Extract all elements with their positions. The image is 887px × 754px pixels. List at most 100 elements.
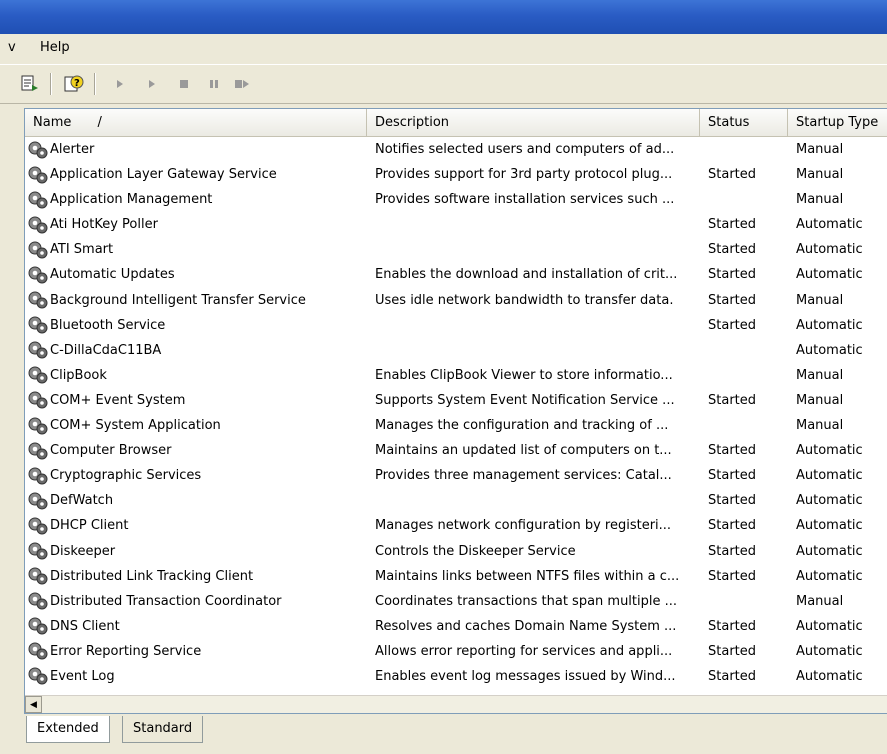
column-header-description[interactable]: Description xyxy=(367,109,700,136)
help-icon[interactable]: ? xyxy=(62,72,86,96)
start-service-icon[interactable] xyxy=(108,72,132,96)
scroll-left-arrow-icon[interactable]: ◀ xyxy=(25,696,42,713)
service-startup-type: Automatic xyxy=(796,342,863,358)
table-row[interactable]: C-DillaCdaC11BA Automatic xyxy=(25,338,887,363)
table-row[interactable]: DefWatch Started Automatic xyxy=(25,488,887,513)
service-gear-icon xyxy=(27,492,50,510)
service-name: Background Intelligent Transfer Service xyxy=(50,292,306,308)
horizontal-scrollbar[interactable]: ◀ xyxy=(25,695,887,713)
service-description: Provides support for 3rd party protocol … xyxy=(375,167,673,183)
service-gear-icon xyxy=(27,642,50,660)
tab-standard[interactable]: Standard xyxy=(122,716,204,743)
service-startup-type: Automatic xyxy=(796,543,863,559)
table-row[interactable]: DHCP Client Manages network configuration… xyxy=(25,513,887,538)
service-startup-type: Automatic xyxy=(796,568,863,584)
table-row[interactable]: ClipBook Enables ClipBook Viewer to store… xyxy=(25,363,887,388)
table-row[interactable]: Distributed Transaction Coordinator Coord… xyxy=(25,589,887,614)
service-gear-icon xyxy=(27,592,50,610)
menu-bar: v Help xyxy=(0,34,887,62)
service-status xyxy=(708,363,788,388)
tab-extended[interactable]: Extended xyxy=(26,716,110,743)
table-row[interactable]: Alerter Notifies selected users and compu… xyxy=(25,137,887,162)
table-row[interactable]: Computer Browser Maintains an updated lis… xyxy=(25,438,887,463)
table-row[interactable]: Application Layer Gateway Service Provide… xyxy=(25,162,887,187)
service-name: Distributed Link Tracking Client xyxy=(50,568,254,584)
services-list[interactable]: Name / Description Status Startup Type A… xyxy=(24,108,887,714)
service-startup-type: Manual xyxy=(796,367,844,383)
resume-icon[interactable] xyxy=(230,72,254,96)
service-name-cell: Application Layer Gateway Service xyxy=(27,162,367,187)
service-status: Started xyxy=(708,543,757,559)
service-name-cell: COM+ Event System xyxy=(27,388,367,413)
service-name: Distributed Transaction Coordinator xyxy=(50,593,282,609)
window-titlebar[interactable] xyxy=(0,0,887,35)
service-name: Diskeeper xyxy=(50,543,116,559)
service-status xyxy=(708,187,788,212)
table-row[interactable]: Application Management Provides software … xyxy=(25,187,887,212)
start-icon[interactable] xyxy=(140,72,164,96)
service-description: Allows error reporting for services and … xyxy=(375,643,673,659)
table-row[interactable]: COM+ System Application Manages the confi… xyxy=(25,413,887,438)
service-gear-icon xyxy=(27,366,50,384)
pause-icon[interactable] xyxy=(202,72,226,96)
service-name-cell: Background Intelligent Transfer Service xyxy=(27,288,367,313)
table-row[interactable]: ATI Smart Started Automatic xyxy=(25,237,887,262)
service-description: Notifies selected users and computers of… xyxy=(375,142,675,157)
table-row[interactable]: Diskeeper Controls the Diskeeper Service S… xyxy=(25,539,887,564)
service-status: Started xyxy=(708,167,757,183)
service-gear-icon xyxy=(27,391,50,409)
service-status: Started xyxy=(708,392,757,408)
svg-text:?: ? xyxy=(74,78,80,89)
table-row[interactable]: Cryptographic Services Provides three man… xyxy=(25,463,887,488)
service-startup-type: Automatic xyxy=(796,493,863,509)
export-list-icon[interactable] xyxy=(18,72,42,96)
service-startup-type: Automatic xyxy=(796,317,863,333)
service-name: Error Reporting Service xyxy=(50,643,202,659)
service-name-cell: Diskeeper xyxy=(27,539,367,564)
column-header-startup-type[interactable]: Startup Type xyxy=(788,109,887,136)
service-description: Maintains links between NTFS files withi… xyxy=(375,568,680,584)
column-header-status[interactable]: Status xyxy=(700,109,788,136)
service-status: Started xyxy=(708,468,757,484)
service-gear-icon xyxy=(27,417,50,435)
service-gear-icon xyxy=(27,517,50,535)
service-description: Resolves and caches Domain Name System .… xyxy=(375,618,677,634)
service-status xyxy=(708,413,788,438)
table-row[interactable]: Background Intelligent Transfer Service U… xyxy=(25,288,887,313)
menu-view[interactable]: v xyxy=(8,40,16,55)
service-description xyxy=(375,237,705,262)
service-description xyxy=(375,212,705,237)
service-status: Started xyxy=(708,292,757,308)
table-row[interactable]: Bluetooth Service Started Automatic xyxy=(25,313,887,338)
table-row[interactable]: Error Reporting Service Allows error repo… xyxy=(25,639,887,664)
service-startup-type: Manual xyxy=(796,418,844,434)
service-description: Maintains an updated list of computers o… xyxy=(375,443,672,459)
service-status: Started xyxy=(708,242,757,258)
column-header-name[interactable]: Name / xyxy=(25,109,367,136)
service-name-cell: Computer Browser xyxy=(27,438,367,463)
menu-help[interactable]: Help xyxy=(40,40,70,55)
service-name-cell: Distributed Transaction Coordinator xyxy=(27,589,367,614)
service-startup-type: Manual xyxy=(796,142,844,157)
service-name-cell: Bluetooth Service xyxy=(27,313,367,338)
table-row[interactable]: Ati HotKey Poller Started Automatic xyxy=(25,212,887,237)
table-row[interactable]: Distributed Link Tracking Client Maintain… xyxy=(25,564,887,589)
service-status: Started xyxy=(708,493,757,509)
service-name-cell: Error Reporting Service xyxy=(27,639,367,664)
table-row[interactable]: DNS Client Resolves and caches Domain Nam… xyxy=(25,614,887,639)
table-row[interactable]: Event Log Enables event log messages issu… xyxy=(25,664,887,689)
service-startup-type: Automatic xyxy=(796,468,863,484)
service-name: Cryptographic Services xyxy=(50,468,202,484)
service-name: COM+ Event System xyxy=(50,392,186,408)
service-description: Enables the download and installation of… xyxy=(375,267,678,283)
service-startup-type: Manual xyxy=(796,392,844,408)
table-row[interactable]: Automatic Updates Enables the download an… xyxy=(25,262,887,287)
service-status xyxy=(708,137,788,162)
service-description: Enables event log messages issued by Win… xyxy=(375,668,676,684)
stop-icon[interactable] xyxy=(172,72,196,96)
column-name-label: Name xyxy=(33,115,72,130)
service-startup-type: Automatic xyxy=(796,217,863,233)
service-description: Enables ClipBook Viewer to store informa… xyxy=(375,367,673,383)
table-row[interactable]: COM+ Event System Supports System Event N… xyxy=(25,388,887,413)
service-name: Application Management xyxy=(50,192,213,208)
